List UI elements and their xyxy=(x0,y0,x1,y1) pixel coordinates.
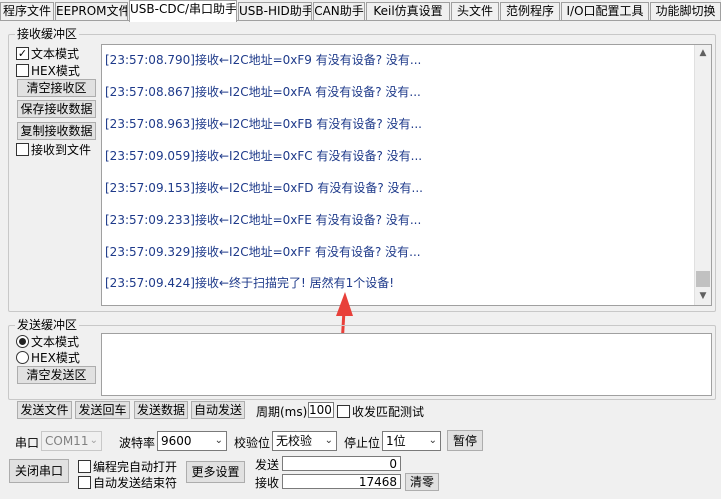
parity-select[interactable]: 无校验 ⌄ xyxy=(272,431,337,451)
parity-label: 校验位 xyxy=(234,436,271,450)
receive-to-file-checkbox[interactable]: 接收到文件 xyxy=(16,141,91,158)
send-hex-mode-label: HEX模式 xyxy=(31,351,80,365)
scroll-down-icon[interactable]: ▼ xyxy=(695,288,711,305)
radio-unselected-icon xyxy=(16,351,29,364)
port-value: COM11 xyxy=(45,434,89,448)
scroll-thumb[interactable] xyxy=(696,271,710,287)
port-select[interactable]: COM11 ⌄ xyxy=(41,431,102,451)
stop-bit-select[interactable]: 1位 ⌄ xyxy=(382,431,441,451)
log-line: [23:57:09.329]接收←I2C地址=0xFF 有没有设备? 没有... xyxy=(105,245,421,259)
tab-pin-switch[interactable]: 功能脚切换 xyxy=(650,2,721,21)
tab-divider xyxy=(0,20,721,21)
tab-bar: 程序文件 EEPROM文件 USB-CDC/串口助手 USB-HID助手 CAN… xyxy=(0,0,721,22)
checked-icon: ✓ xyxy=(16,47,29,60)
unchecked-box xyxy=(337,405,350,418)
receive-text-mode-label: 文本模式 xyxy=(31,47,80,61)
send-hex-mode-radio[interactable]: HEX模式 xyxy=(16,349,80,366)
auto-end-label: 自动发送结束符 xyxy=(93,476,178,490)
auto-send-button[interactable]: 自动发送 xyxy=(191,401,245,419)
send-data-button[interactable]: 发送数据 xyxy=(134,401,188,419)
receive-text-mode-checkbox[interactable]: ✓ 文本模式 xyxy=(16,45,79,62)
send-group-title: 发送缓冲区 xyxy=(15,318,80,332)
vertical-scrollbar[interactable]: ▲ ▼ xyxy=(694,45,711,305)
send-text-mode-radio[interactable]: 文本模式 xyxy=(16,333,79,350)
log-line: [23:57:09.424]接收←终于扫描完了! 居然有1个设备! xyxy=(105,276,395,290)
log-line: [23:57:08.790]接收←I2C地址=0xF9 有没有设备? 没有... xyxy=(105,53,422,67)
log-line: [23:57:08.867]接收←I2C地址=0xFA 有没有设备? 没有... xyxy=(105,85,421,99)
baud-value: 9600 xyxy=(161,434,192,448)
recv-count-label: 接收 xyxy=(255,476,280,490)
send-text-mode-label: 文本模式 xyxy=(31,335,80,349)
copy-receive-button[interactable]: 复制接收数据 xyxy=(17,122,96,140)
log-line: [23:57:09.059]接收←I2C地址=0xFC 有没有设备? 没有... xyxy=(105,149,423,163)
auto-open-checkbox[interactable]: 编程完自动打开 xyxy=(78,458,177,475)
tab-program-file[interactable]: 程序文件 xyxy=(0,2,54,21)
auto-open-label: 编程完自动打开 xyxy=(93,460,178,474)
recv-count-field: 17468 xyxy=(282,474,401,489)
log-line: [23:57:09.233]接收←I2C地址=0xFE 有没有设备? 没有... xyxy=(105,213,422,227)
tab-header-file[interactable]: 头文件 xyxy=(451,2,499,21)
stop-bit-label: 停止位 xyxy=(344,436,381,450)
receive-text-area[interactable]: [23:57:08.790]接收←I2C地址=0xF9 有没有设备? 没有...… xyxy=(101,44,712,306)
tab-keil-sim[interactable]: Keil仿真设置 xyxy=(366,2,450,21)
chevron-down-icon: ⌄ xyxy=(89,435,98,446)
tab-examples[interactable]: 范例程序 xyxy=(500,2,560,21)
save-receive-button[interactable]: 保存接收数据 xyxy=(17,100,96,118)
clear-send-button[interactable]: 清空发送区 xyxy=(17,366,96,384)
match-test-label: 收发匹配测试 xyxy=(352,405,425,419)
period-label: 周期(ms) xyxy=(256,405,308,419)
chevron-down-icon: ⌄ xyxy=(324,435,333,446)
close-port-button[interactable]: 关闭串口 xyxy=(9,459,69,483)
log-line: [23:57:08.963]接收←I2C地址=0xFB 有没有设备? 没有... xyxy=(105,117,422,131)
sent-count-field: 0 xyxy=(282,456,401,471)
auto-end-checkbox[interactable]: 自动发送结束符 xyxy=(78,474,177,491)
chevron-down-icon: ⌄ xyxy=(214,435,223,446)
unchecked-box xyxy=(78,476,91,489)
receive-to-file-label: 接收到文件 xyxy=(31,143,92,157)
clear-count-button[interactable]: 清零 xyxy=(405,473,439,491)
parity-value: 无校验 xyxy=(276,434,313,448)
receive-hex-mode-label: HEX模式 xyxy=(31,64,80,78)
stop-bit-value: 1位 xyxy=(386,434,406,448)
clear-receive-button[interactable]: 清空接收区 xyxy=(17,79,96,97)
tab-can[interactable]: CAN助手 xyxy=(313,2,365,21)
baud-label: 波特率 xyxy=(119,436,156,450)
tab-io-config[interactable]: I/O口配置工具 xyxy=(561,2,649,21)
pause-button[interactable]: 暂停 xyxy=(447,430,483,451)
more-settings-button[interactable]: 更多设置 xyxy=(186,461,245,483)
radio-selected-icon xyxy=(16,335,29,348)
port-label: 串口 xyxy=(15,436,40,450)
period-input[interactable]: 100 xyxy=(308,402,334,418)
sent-count-label: 发送 xyxy=(255,458,280,472)
scroll-up-icon[interactable]: ▲ xyxy=(695,45,711,62)
unchecked-box xyxy=(78,460,91,473)
tab-usb-hid[interactable]: USB-HID助手 xyxy=(238,2,312,21)
unchecked-box xyxy=(16,64,29,77)
baud-select[interactable]: 9600 ⌄ xyxy=(157,431,227,451)
tab-usb-cdc-serial[interactable]: USB-CDC/串口助手 xyxy=(129,0,237,22)
receive-group-title: 接收缓冲区 xyxy=(15,27,80,41)
send-text-area[interactable] xyxy=(101,333,712,396)
unchecked-box xyxy=(16,143,29,156)
receive-hex-mode-checkbox[interactable]: HEX模式 xyxy=(16,62,80,79)
log-line: [23:57:09.153]接收←I2C地址=0xFD 有没有设备? 没有... xyxy=(105,181,423,195)
send-enter-button[interactable]: 发送回车 xyxy=(75,401,130,419)
match-test-checkbox[interactable]: 收发匹配测试 xyxy=(337,403,424,420)
tab-eeprom-file[interactable]: EEPROM文件 xyxy=(55,2,128,21)
chevron-down-icon: ⌄ xyxy=(428,435,437,446)
send-file-button[interactable]: 发送文件 xyxy=(17,401,72,419)
